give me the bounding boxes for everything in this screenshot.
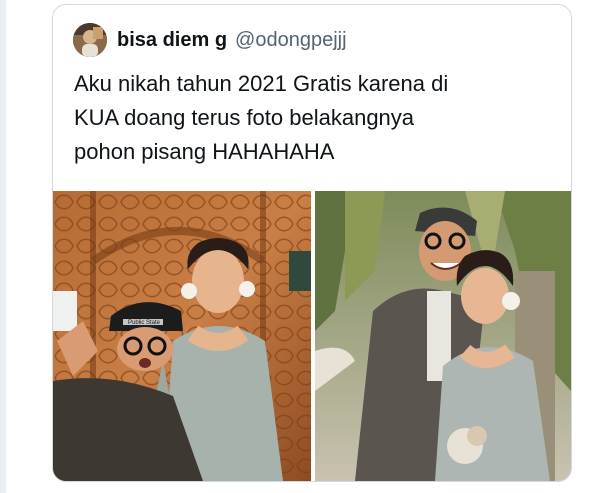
left-sidebar-rule: [0, 0, 6, 493]
quoted-tweet-card[interactable]: bisa diem g @odongpejjj Aku nikah tahun …: [52, 4, 572, 482]
tweet-text-line: Aku nikah tahun 2021 Gratis karena di: [74, 71, 449, 96]
tweet-media-grid: Public State: [53, 191, 571, 481]
author-name[interactable]: bisa diem g: [117, 29, 227, 52]
tweet-text-line: KUA doang terus foto belakangnya: [74, 105, 415, 130]
cap-text: Public State: [128, 320, 161, 326]
tweet-text: Aku nikah tahun 2021 Gratis karena di KU…: [74, 67, 554, 169]
tweet-text-line: pohon pisang HAHAHAHA: [74, 139, 335, 164]
author-handle[interactable]: @odongpejjj: [235, 29, 347, 52]
photo-wedding-couple-banana-tree[interactable]: [315, 191, 571, 481]
avatar[interactable]: [73, 23, 107, 57]
tweet-header: bisa diem g @odongpejjj: [73, 21, 347, 59]
photo-wedding-couple-carved-wall[interactable]: Public State: [53, 191, 311, 481]
